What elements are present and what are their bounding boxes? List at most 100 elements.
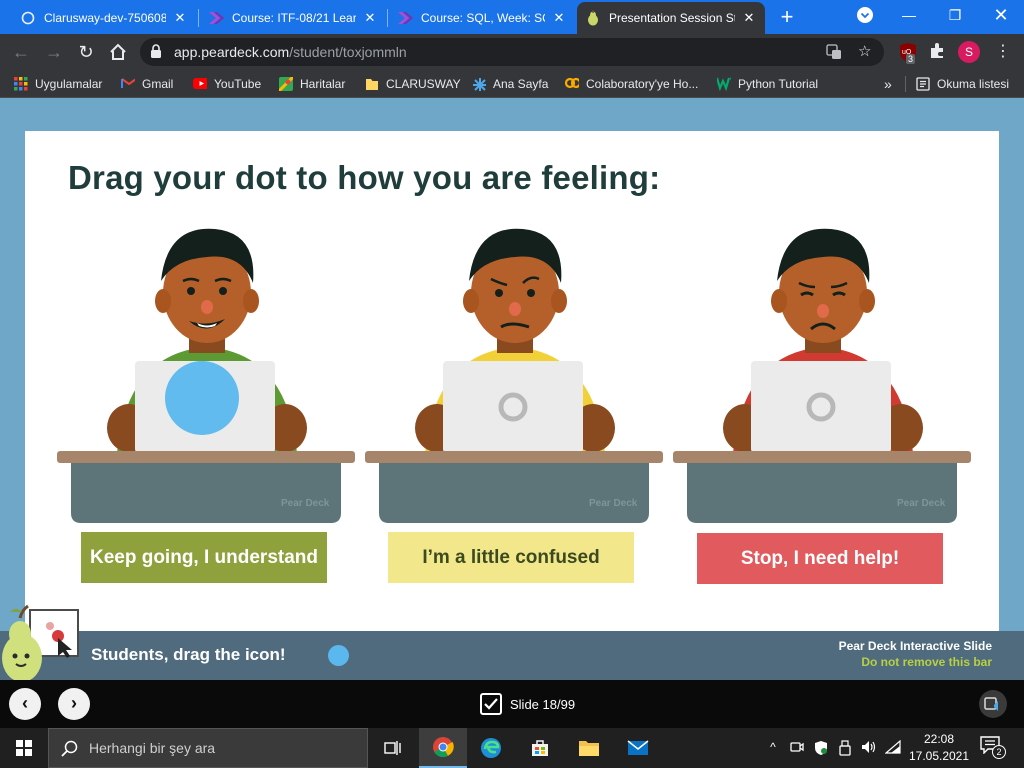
security-shield-icon[interactable] (813, 740, 829, 756)
anasayfa-icon (473, 78, 486, 91)
drag-instruction: Students, drag the icon! (91, 645, 286, 664)
bookmark-label: Gmail (142, 77, 174, 91)
tab-separator (387, 9, 388, 27)
w3schools-icon (717, 77, 731, 91)
slide-title: Drag your dot to how you are feeling: (68, 159, 661, 196)
bookmark-gmail[interactable]: Gmail (121, 76, 173, 92)
pear-icon (585, 10, 601, 26)
answer-little-confused: I’m a little confused (388, 532, 634, 583)
tab-close-icon[interactable]: ✕ (362, 10, 378, 26)
tab-close-icon[interactable]: ✕ (551, 10, 567, 26)
tab-title: Clarusway-dev-750608 (44, 11, 166, 25)
close-window-button[interactable]: ✕ (978, 0, 1024, 30)
extensions-puzzle-icon[interactable] (928, 42, 948, 62)
previous-slide-button[interactable]: ‹ (9, 688, 41, 720)
tab-title: Course: SQL, Week: SQL (421, 11, 545, 25)
bookmark-star-icon[interactable]: ☆ (858, 44, 874, 60)
extension-badge: 3 (906, 54, 916, 64)
url-host: app.peardeck.com (174, 44, 290, 60)
colab-icon (565, 77, 579, 89)
apps-grid-icon (14, 77, 28, 91)
back-button[interactable]: ← (8, 39, 34, 65)
tab-separator (198, 9, 199, 27)
notifications-button[interactable]: 2 (980, 736, 1006, 760)
meet-now-icon[interactable] (789, 740, 805, 756)
bookmark-ana-sayfa[interactable]: Ana Sayfa (472, 76, 548, 92)
taskbar-store[interactable] (516, 728, 564, 768)
bookmarks-overflow-button[interactable]: » (884, 76, 892, 92)
youtube-icon (193, 78, 207, 89)
edge-icon (481, 738, 501, 758)
tab-title: Course: ITF-08/21 Learn (232, 11, 356, 25)
tab-presentation-session[interactable]: Presentation Session St ✕ (577, 2, 765, 34)
bookmark-label: CLARUSWAY (386, 77, 461, 91)
minimize-button[interactable]: — (886, 0, 932, 30)
bookmark-youtube[interactable]: YouTube (193, 76, 261, 92)
search-icon (61, 740, 78, 757)
next-slide-button[interactable]: › (58, 688, 90, 720)
bookmark-label: YouTube (214, 77, 262, 91)
reading-list-button[interactable]: Okuma listesi (916, 76, 1009, 92)
windows-taskbar: Herhangi bir şey ara ^ 22:08 17.05.2021 … (0, 728, 1024, 768)
forward-button[interactable]: → (41, 39, 67, 65)
taskbar-search-box[interactable]: Herhangi bir şey ara (48, 728, 368, 768)
reading-list-icon (916, 77, 930, 91)
store-icon (532, 740, 548, 756)
clock-time: 22:08 (923, 732, 955, 746)
taskbar-chrome[interactable] (419, 728, 467, 768)
peardeck-interactive-bar: Students, drag the icon! Pear Deck Inter… (0, 631, 1024, 680)
restore-button[interactable]: ❐ (932, 0, 978, 30)
lock-icon (150, 44, 162, 64)
bookmarks-bar: Uygulamalar Gmail YouTube Haritalar CLAR… (0, 70, 1024, 98)
usb-device-icon[interactable] (837, 740, 853, 756)
peardeck-warning-text: Do not remove this bar (861, 655, 992, 669)
show-hidden-icons[interactable]: ^ (765, 740, 781, 756)
pear-deck-watermark: Pear Deck (589, 498, 638, 509)
tab-search-button[interactable] (842, 0, 888, 30)
bookmark-colab[interactable]: Colaboratory'ye Ho... (565, 76, 698, 92)
bookmark-clarusway-folder[interactable]: CLARUSWAY (365, 76, 461, 92)
student-drag-dot[interactable] (165, 361, 239, 435)
profile-avatar[interactable]: S (958, 41, 980, 63)
ublock-extension-icon[interactable]: uO 3 (898, 42, 918, 64)
translate-icon[interactable] (826, 44, 842, 60)
bookmark-python-tutorial[interactable]: Python Tutorial (717, 76, 818, 92)
taskbar-file-explorer[interactable] (565, 728, 613, 768)
peardeck-brand-text: Pear Deck Interactive Slide (838, 639, 992, 653)
checkbox-icon[interactable] (480, 693, 502, 715)
bookmark-label: Uygulamalar (35, 77, 103, 91)
pear-mascot-icon (2, 604, 79, 680)
url-path: /student/toxjommln (289, 44, 407, 60)
new-tab-button[interactable]: + (774, 5, 800, 31)
home-button[interactable] (105, 39, 131, 65)
tab-course-itf[interactable]: Course: ITF-08/21 Learn ✕ (200, 2, 386, 34)
audio-settings-icon[interactable] (979, 690, 1007, 718)
tab-close-icon[interactable]: ✕ (741, 10, 757, 26)
more-menu-icon[interactable]: ⋮ (993, 42, 1013, 62)
mail-icon (627, 740, 649, 755)
taskbar-mail[interactable] (614, 728, 662, 768)
presenter-navigation-bar: ‹ › Slide 18/99 (0, 680, 1024, 728)
start-button[interactable] (0, 728, 48, 768)
volume-icon[interactable] (861, 740, 877, 756)
task-view-button[interactable] (369, 728, 417, 768)
slide: Drag your dot to how you are feeling: Pe… (25, 131, 999, 631)
wifi-icon[interactable] (884, 739, 901, 756)
drag-icon-dot[interactable] (328, 645, 349, 666)
bookmarks-divider (905, 76, 906, 92)
bookmark-label: Haritalar (300, 77, 346, 91)
tab-clarusway-dev[interactable]: Clarusway-dev-750608 ✕ (12, 2, 196, 34)
gmail-icon (121, 78, 135, 88)
pear-deck-watermark: Pear Deck (281, 498, 330, 509)
system-clock[interactable]: 22:08 17.05.2021 (906, 731, 972, 765)
reload-button[interactable]: ↻ (73, 39, 99, 65)
address-bar[interactable]: app.peardeck.com/student/toxjommln ☆ (140, 38, 884, 66)
url-text: app.peardeck.com/student/toxjommln (174, 44, 407, 60)
answer-need-help: Stop, I need help! (697, 533, 943, 584)
tab-close-icon[interactable]: ✕ (172, 10, 188, 26)
tab-course-sql[interactable]: Course: SQL, Week: SQL ✕ (389, 2, 575, 34)
loading-icon (20, 10, 36, 26)
bookmark-apps[interactable]: Uygulamalar (14, 76, 102, 92)
bookmark-maps[interactable]: Haritalar (279, 76, 345, 92)
taskbar-edge[interactable] (467, 728, 515, 768)
